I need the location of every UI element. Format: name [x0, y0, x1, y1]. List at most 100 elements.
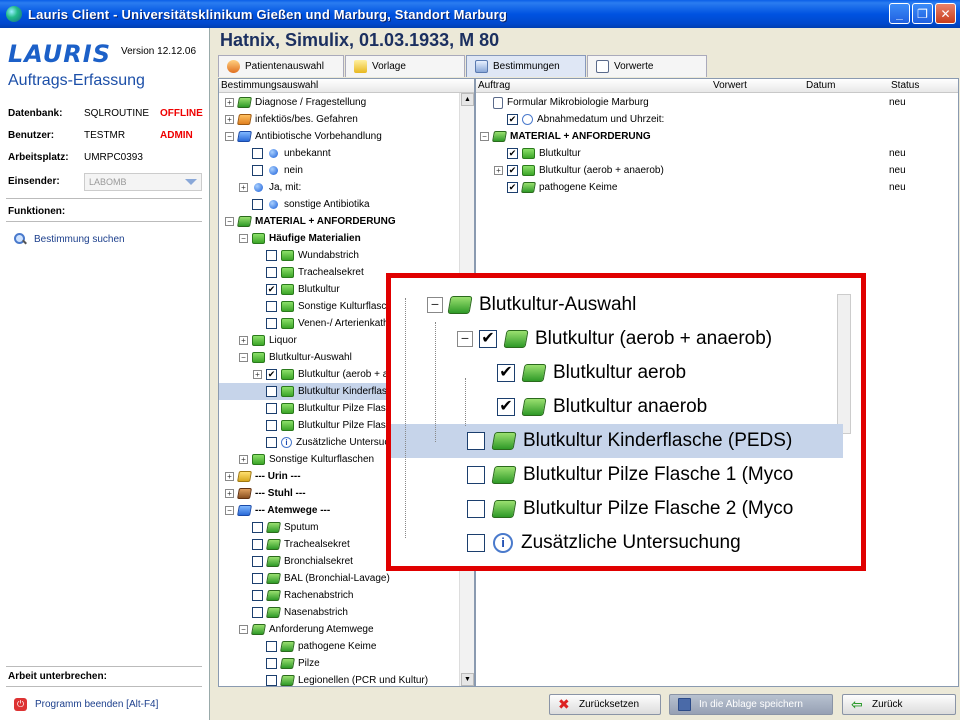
tree-row[interactable]: + Ja, mit: — [219, 179, 459, 196]
tree-row-label: Diagnose / Fragestellung — [255, 97, 367, 108]
checkbox[interactable] — [252, 148, 263, 159]
tree-row[interactable]: − MATERIAL + ANFORDERUNG — [219, 213, 459, 230]
checkbox[interactable] — [266, 250, 277, 261]
checkbox[interactable] — [266, 641, 277, 652]
checkbox[interactable] — [252, 522, 263, 533]
tree-row[interactable]: Nasenabstrich — [219, 604, 459, 621]
tree-row[interactable]: Rachenabstrich — [219, 587, 459, 604]
tree-row[interactable]: sonstige Antibiotika — [219, 196, 459, 213]
checkbox-checked[interactable]: ✔ — [507, 165, 518, 176]
checkbox-checked[interactable]: ✔ — [507, 182, 518, 193]
checkbox-checked[interactable]: ✔ — [266, 369, 277, 380]
tree-row[interactable]: + ✔ Blutkultur (aerob + anaerob) — [476, 162, 944, 179]
tree-row[interactable]: − MATERIAL + ANFORDERUNG — [476, 128, 944, 145]
expand-icon[interactable]: + — [239, 336, 248, 345]
checkbox-checked[interactable]: ✔ — [507, 148, 518, 159]
tree-row[interactable]: unbekannt — [219, 145, 459, 162]
close-button[interactable]: ✕ — [935, 3, 956, 24]
expand-icon[interactable]: + — [225, 98, 234, 107]
tree-row[interactable]: − Antibiotische Vorbehandlung — [219, 128, 459, 145]
tree-row[interactable]: − Häufige Materialien — [219, 230, 459, 247]
checkbox[interactable] — [266, 318, 277, 329]
expand-icon[interactable]: + — [225, 472, 234, 481]
checkbox[interactable] — [252, 539, 263, 550]
book-green-icon — [521, 182, 536, 193]
info-value: TESTMR — [84, 130, 126, 141]
expand-icon[interactable]: + — [253, 370, 262, 379]
checkbox[interactable] — [252, 607, 263, 618]
checkbox[interactable] — [266, 386, 277, 397]
tab-patientenauswahl[interactable]: Patientenauswahl — [218, 55, 344, 77]
checkbox[interactable] — [266, 658, 277, 669]
tree-row[interactable]: Pilze — [219, 655, 459, 672]
floppy-disk-icon — [678, 698, 691, 711]
tree-row[interactable]: ✔ Blutkultur — [476, 145, 944, 162]
tree-row[interactable]: Formular Mikrobiologie Marburg — [476, 94, 944, 111]
tree-row[interactable]: BAL (Bronchial-Lavage) — [219, 570, 459, 587]
window-controls: _ ❐ ✕ — [889, 3, 956, 24]
expand-icon[interactable]: + — [225, 115, 234, 124]
expand-icon[interactable]: + — [239, 183, 248, 192]
exit-program-action[interactable]: ⏻ Programm beenden [Alt-F4] — [14, 698, 158, 711]
tab-vorlage[interactable]: Vorlage — [345, 55, 465, 77]
info-label: Benutzer: — [8, 130, 55, 141]
tree-row-label: sonstige Antibiotika — [284, 199, 370, 210]
tree-row[interactable]: + infektiös/bes. Gefahren — [219, 111, 459, 128]
checkbox[interactable] — [266, 403, 277, 414]
checkbox[interactable] — [252, 590, 263, 601]
info-user: Benutzer: TESTMR ADMIN — [8, 130, 193, 141]
tab-vorwerte[interactable]: Vorwerte — [587, 55, 707, 77]
tree-row[interactable]: + Diagnose / Fragestellung — [219, 94, 459, 111]
tab-label: Vorwerte — [614, 61, 654, 72]
minimize-button[interactable]: _ — [889, 3, 910, 24]
tab-bar: Patientenauswahl Vorlage Bestimmungen Vo… — [218, 55, 708, 77]
zoom-row: i Zusätzliche Untersuchung — [391, 526, 843, 560]
zoom-row: ✔ Blutkultur anaerob — [391, 390, 843, 424]
einsender-select[interactable]: LABOMB — [84, 173, 202, 191]
collapse-icon[interactable]: − — [225, 217, 234, 226]
tree-row[interactable]: ✔ pathogene Keime — [476, 179, 944, 196]
save-to-storage-button[interactable]: In die Ablage speichern — [669, 694, 833, 715]
expand-icon[interactable]: + — [239, 455, 248, 464]
tree-row[interactable]: pathogene Keime — [219, 638, 459, 655]
book-green-icon — [280, 658, 295, 669]
checkbox[interactable] — [266, 267, 277, 278]
checkbox-checked[interactable]: ✔ — [507, 114, 518, 125]
info-label: Datenbank: — [8, 108, 63, 119]
collapse-icon[interactable]: − — [239, 234, 248, 243]
expand-icon[interactable]: + — [494, 166, 503, 175]
checkbox[interactable] — [266, 301, 277, 312]
tree-row[interactable]: nein — [219, 162, 459, 179]
checkbox[interactable] — [252, 199, 263, 210]
tab-bestimmungen[interactable]: Bestimmungen — [466, 55, 586, 77]
checkbox[interactable] — [252, 165, 263, 176]
checkbox[interactable] — [252, 573, 263, 584]
zoom-row: Blutkultur Pilze Flasche 2 (Myco — [391, 492, 843, 526]
checkbox[interactable] — [252, 556, 263, 567]
reset-button[interactable]: ✖ Zurücksetzen — [549, 694, 661, 715]
back-button[interactable]: ⇦ Zurück — [842, 694, 956, 715]
checkbox-checked[interactable]: ✔ — [266, 284, 277, 295]
checkbox[interactable] — [266, 675, 277, 686]
expand-icon[interactable]: + — [225, 489, 234, 498]
restore-button[interactable]: ❐ — [912, 3, 933, 24]
status-value: neu — [889, 97, 906, 108]
tree-row[interactable]: Wundabstrich — [219, 247, 459, 264]
checkbox[interactable] — [266, 420, 277, 431]
collapse-icon[interactable]: − — [480, 132, 489, 141]
collapse-icon[interactable]: − — [225, 132, 234, 141]
tree-row[interactable]: − Anforderung Atemwege — [219, 621, 459, 638]
scroll-up-icon[interactable]: ▲ — [461, 93, 474, 106]
checkbox[interactable] — [266, 437, 277, 448]
tree-row[interactable]: Legionellen (PCR und Kultur) — [219, 672, 459, 689]
collapse-icon[interactable]: − — [239, 625, 248, 634]
zoom-row-label: Blutkultur Kinderflasche (PEDS) — [523, 430, 793, 451]
checkbox — [467, 466, 485, 484]
search-test-action[interactable]: Bestimmung suchen — [14, 233, 125, 245]
book-green-icon — [266, 539, 281, 550]
tree-row[interactable]: ✔ Abnahmedatum und Uhrzeit: — [476, 111, 944, 128]
tree-row-label: BAL (Bronchial-Lavage) — [284, 573, 390, 584]
scroll-down-icon[interactable]: ▼ — [461, 673, 474, 686]
collapse-icon[interactable]: − — [225, 506, 234, 515]
collapse-icon[interactable]: − — [239, 353, 248, 362]
